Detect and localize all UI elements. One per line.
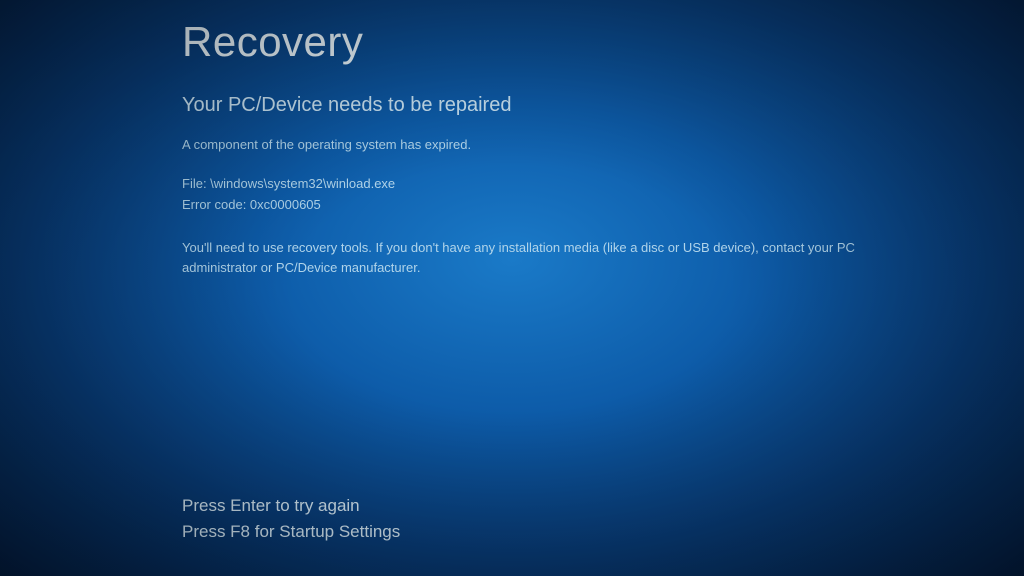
action-f8: Press F8 for Startup Settings xyxy=(182,519,400,545)
recovery-subtitle: Your PC/Device needs to be repaired xyxy=(182,94,942,117)
page-title: Recovery xyxy=(182,18,942,66)
recovery-instructions: You'll need to use recovery tools. If yo… xyxy=(182,238,922,280)
keyboard-actions: Press Enter to try again Press F8 for St… xyxy=(182,493,400,544)
action-enter: Press Enter to try again xyxy=(182,493,400,519)
recovery-content: Recovery Your PC/Device needs to be repa… xyxy=(182,18,942,279)
error-code: Error code: 0xc0000605 xyxy=(182,195,942,216)
error-description: A component of the operating system has … xyxy=(182,137,942,152)
file-error-info: File: \windows\system32\winload.exe Erro… xyxy=(182,174,942,216)
file-path: File: \windows\system32\winload.exe xyxy=(182,174,942,195)
